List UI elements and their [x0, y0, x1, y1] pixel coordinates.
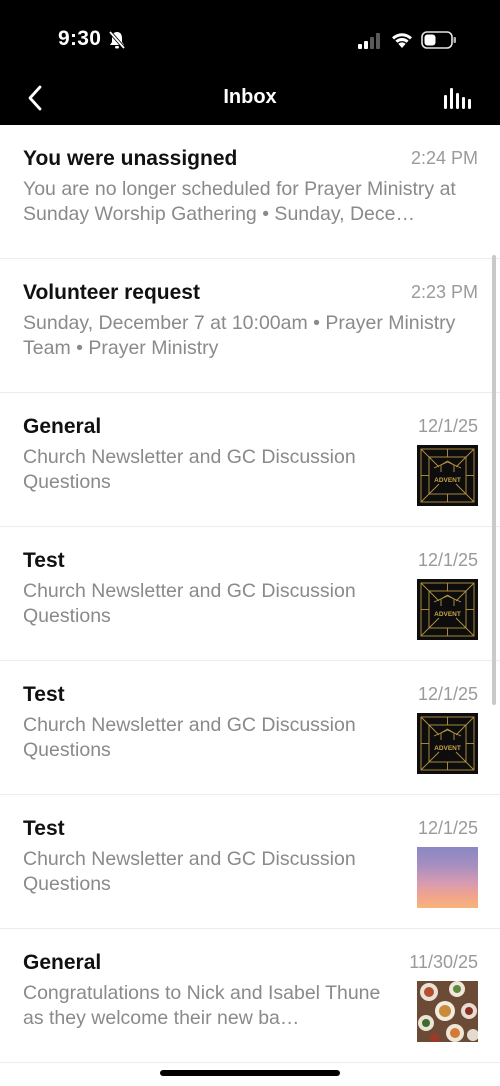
inbox-item-title: Test	[23, 817, 65, 840]
inbox-list: You were unassigned 2:24 PM You are no l…	[0, 125, 500, 1063]
inbox-item-title: Test	[23, 683, 65, 706]
filter-button[interactable]	[440, 85, 474, 113]
advent-thumbnail: ADVENT	[417, 445, 478, 506]
advent-thumbnail: ADVENT	[417, 713, 478, 774]
inbox-item-preview: Congratulations to Nick and Isabel Thune…	[23, 982, 381, 1029]
status-time: 9:30	[58, 27, 102, 50]
inbox-item-preview: Church Newsletter and GC Discussion Ques…	[23, 446, 356, 493]
nav-bar: Inbox	[0, 72, 500, 125]
inbox-item-preview: You are no longer scheduled for Prayer M…	[23, 178, 456, 225]
inbox-item-title: You were unassigned	[23, 147, 238, 170]
inbox-item[interactable]: Volunteer request 2:23 PM Sunday, Decemb…	[0, 259, 500, 393]
wifi-icon	[391, 31, 413, 49]
sunset-thumbnail	[417, 847, 478, 908]
inbox-item-time: 12/1/25	[417, 550, 478, 570]
inbox-item-preview: Church Newsletter and GC Discussion Ques…	[23, 714, 356, 761]
advent-thumbnail-text: ADVENT	[434, 611, 461, 618]
inbox-item-preview: Sunday, December 7 at 10:00am • Prayer M…	[23, 312, 456, 359]
inbox-item[interactable]: General 12/1/25 Church Newsletter and GC…	[0, 393, 500, 527]
inbox-item[interactable]: You were unassigned 2:24 PM You are no l…	[0, 125, 500, 259]
inbox-item[interactable]: Test 12/1/25 Church Newsletter and GC Di…	[0, 661, 500, 795]
inbox-item[interactable]: Test 12/1/25 Church Newsletter and GC Di…	[0, 527, 500, 661]
inbox-item-time: 2:24 PM	[410, 148, 478, 168]
inbox-item-time: 12/1/25	[417, 818, 478, 838]
inbox-item-title: General	[23, 951, 102, 974]
inbox-item-time: 12/1/25	[417, 416, 478, 436]
food-table-thumbnail	[417, 981, 478, 1042]
inbox-item-time: 11/30/25	[409, 952, 478, 972]
page-title: Inbox	[223, 86, 277, 108]
bell-slash-icon	[108, 30, 126, 50]
status-bar: 9:30	[0, 0, 500, 72]
home-indicator[interactable]	[160, 1070, 340, 1076]
battery-icon	[421, 31, 457, 49]
inbox-item[interactable]: General 11/30/25 Congratulations to Nick…	[0, 929, 500, 1063]
scrollbar[interactable]	[492, 255, 496, 705]
advent-thumbnail: ADVENT	[417, 579, 478, 640]
inbox-item-title: Volunteer request	[23, 281, 200, 304]
inbox-item-title: Test	[23, 549, 65, 572]
inbox-item-title: General	[23, 415, 102, 438]
inbox-item-preview: Church Newsletter and GC Discussion Ques…	[23, 580, 356, 627]
advent-thumbnail-text: ADVENT	[434, 477, 461, 484]
inbox-item-preview: Church Newsletter and GC Discussion Ques…	[23, 848, 356, 895]
inbox-item[interactable]: Test 12/1/25 Church Newsletter and GC Di…	[0, 795, 500, 929]
inbox-item-time: 2:23 PM	[410, 282, 478, 302]
inbox-item-time: 12/1/25	[417, 684, 478, 704]
cellular-signal-icon	[358, 33, 382, 49]
advent-thumbnail-text: ADVENT	[434, 745, 461, 752]
bar-chart-icon	[444, 88, 471, 109]
